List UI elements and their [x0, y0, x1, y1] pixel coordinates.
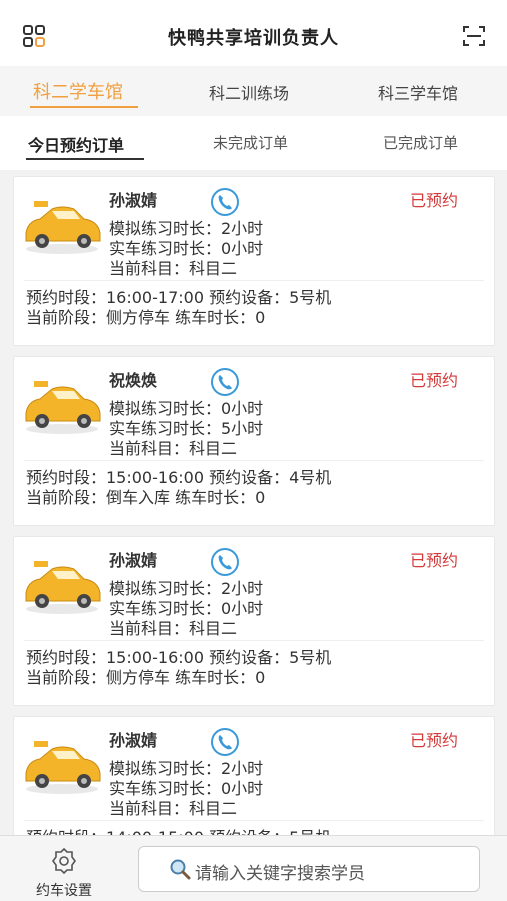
tab-subject3-hall[interactable]: 科三学车馆	[378, 80, 458, 104]
scan-icon[interactable]	[462, 24, 486, 48]
order-list[interactable]: 孙淑婧 已预约 模拟练习时长：2小时 实车练习时长：0小时 当前科目：科目二 预约时段：1…	[0, 170, 507, 835]
current-stage: 当前阶段：侧方停车 练车时长：0	[26, 308, 266, 327]
student-name: 孙淑婧	[109, 731, 158, 750]
order-card[interactable]: 孙淑婧已预约模拟练习时长：2小时实车练习时长：0小时当前科目：科目二预约时段：1…	[13, 716, 495, 835]
status-badge: 已预约	[409, 371, 458, 390]
divider	[24, 280, 484, 281]
bottom-bar: 约车设置 请输入关键字搜索学员	[0, 835, 507, 901]
status-badge: 已预约	[409, 731, 458, 750]
active-subtab-indicator	[26, 158, 144, 160]
phone-icon[interactable]	[210, 547, 240, 577]
student-name: 孙淑婧	[109, 551, 158, 570]
booking-settings-label: 约车设置	[36, 883, 92, 899]
car-icon	[25, 201, 101, 254]
student-name: 孙淑婧	[109, 191, 158, 210]
tab-unfinished-orders[interactable]: 未完成订单	[213, 132, 288, 153]
active-tab-indicator	[30, 106, 138, 108]
order-tabs: 今日预约订单 未完成订单 已完成订单	[0, 116, 507, 170]
phone-icon[interactable]	[210, 727, 240, 757]
student-name: 祝焕焕	[109, 371, 158, 390]
order-card[interactable]: 祝焕焕 已预约 模拟练习时长：0小时 实车练习时长：5小时 当前科目：科目二 预约时段：1…	[13, 356, 495, 526]
current-subject: 当前科目：科目二	[109, 439, 238, 458]
booking-slot: 预约时段：14:00-15:00 预约设备：5号机	[26, 824, 331, 835]
car-icon	[25, 561, 101, 614]
tab-subject2-field[interactable]: 科二训练场	[209, 80, 289, 104]
current-subject: 当前科目：科目二	[109, 259, 238, 278]
search-icon	[170, 859, 191, 880]
venue-tabs: 科二学车馆 科二训练场 科三学车馆	[0, 66, 507, 116]
current-stage: 当前阶段：倒车入库 练车时长：0	[26, 488, 266, 507]
phone-icon[interactable]	[210, 367, 240, 397]
booking-settings-button[interactable]: 约车设置	[22, 844, 106, 899]
status-badge: 已预约	[409, 551, 458, 570]
tab-subject2-hall[interactable]: 科二学车馆	[33, 78, 123, 104]
order-card[interactable]: 孙淑婧已预约模拟练习时长：2小时实车练习时长：0小时当前科目：科目二预约时段：1…	[13, 536, 495, 706]
order-card[interactable]: 孙淑婧已预约模拟练习时长：2小时实车练习时长：0小时当前科目：科目二预约时段：1…	[13, 176, 495, 346]
current-stage: 当前阶段：侧方停车 练车时长：0	[26, 668, 266, 687]
divider	[24, 820, 484, 821]
status-badge: 已预约	[409, 191, 458, 210]
phone-icon[interactable]	[210, 187, 240, 217]
search-placeholder: 请输入关键字搜索学员	[195, 864, 365, 884]
divider	[24, 460, 484, 461]
divider	[24, 640, 484, 641]
search-input[interactable]: 请输入关键字搜索学员	[138, 846, 480, 892]
current-subject: 当前科目：科目二	[109, 619, 238, 638]
car-icon	[25, 381, 101, 434]
gear-icon	[52, 847, 76, 875]
car-icon	[25, 741, 101, 794]
current-subject: 当前科目：科目二	[109, 799, 238, 818]
app-header: 快鸭共享培训负责人	[0, 0, 507, 66]
tab-today-orders[interactable]: 今日预约订单	[28, 132, 124, 156]
page-title: 快鸭共享培训负责人	[168, 28, 339, 49]
tab-finished-orders[interactable]: 已完成订单	[383, 132, 458, 153]
